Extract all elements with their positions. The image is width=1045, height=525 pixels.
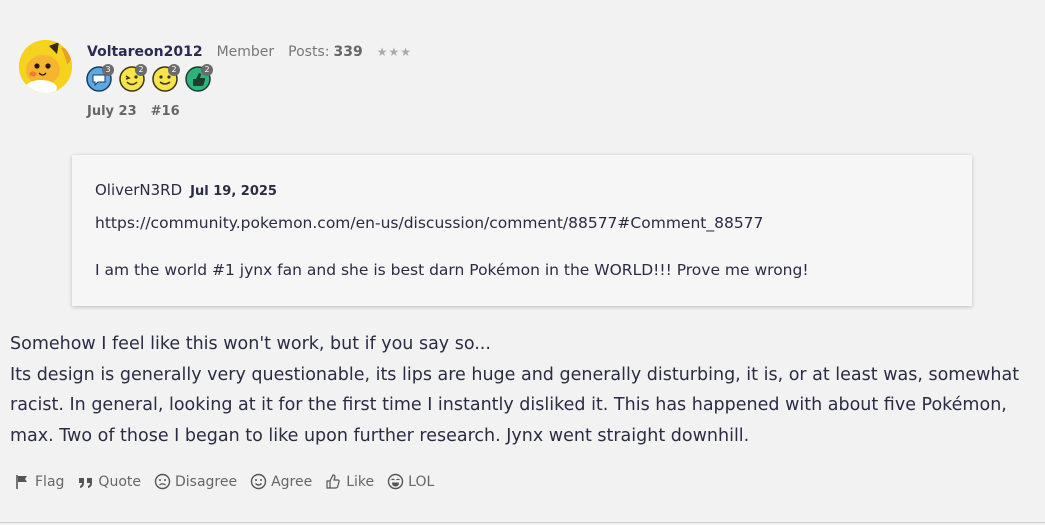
raichu-avatar-icon[interactable] — [19, 40, 72, 93]
flag-button[interactable]: Flag — [14, 473, 64, 490]
author-role: Member — [216, 44, 275, 60]
post-divider — [0, 522, 1045, 523]
quote-label: Quote — [98, 473, 141, 490]
flag-label: Flag — [35, 473, 65, 490]
quote-link[interactable]: https://community.pokemon.com/en-us/disc… — [95, 214, 763, 232]
disagree-label: Disagree — [174, 473, 238, 490]
agree-label: Agree — [271, 473, 313, 490]
badge-count: 2 — [135, 64, 147, 76]
body-line: Somehow I feel like this won't work, but… — [10, 334, 491, 354]
reaction-bar: Flag Quote Disagree Agree Like LOL — [14, 473, 434, 490]
author-username[interactable]: Voltareon2012 — [87, 44, 203, 60]
wink-face-badge-icon[interactable]: 2 — [119, 64, 147, 92]
speech-bubble-badge-icon[interactable]: 3 — [86, 64, 114, 92]
posts-label: Posts: — [288, 44, 330, 60]
quote-icon — [79, 478, 93, 488]
post-date[interactable]: July 23 — [87, 104, 137, 119]
badge-count: 2 — [168, 64, 180, 76]
thumbs-up-icon — [326, 474, 340, 489]
post-meta: July 23 #16 — [87, 104, 180, 119]
smile-icon — [250, 473, 267, 490]
body-paragraph: Its design is generally very questionabl… — [10, 364, 1020, 446]
thumbs-up-badge-icon[interactable]: 2 — [185, 64, 213, 92]
like-label: Like — [346, 473, 375, 490]
badge-count: 2 — [201, 64, 213, 76]
flag-icon — [16, 475, 27, 489]
quote-author[interactable]: OliverN3RD — [95, 181, 182, 199]
lol-button[interactable]: LOL — [387, 473, 434, 490]
rank-stars: ★★★ — [376, 45, 412, 59]
quote-button[interactable]: Quote — [77, 473, 141, 490]
frown-icon — [154, 473, 171, 490]
like-button[interactable]: Like — [325, 473, 374, 490]
quote-header: OliverN3RD Jul 19, 2025 — [95, 181, 277, 199]
post-body: Somehow I feel like this won't work, but… — [10, 329, 1040, 451]
smile-face-badge-icon[interactable]: 2 — [152, 64, 180, 92]
laugh-icon — [387, 473, 404, 490]
agree-button[interactable]: Agree — [250, 473, 312, 490]
post-number[interactable]: #16 — [151, 104, 180, 119]
comment-post: Voltareon2012 Member Posts: 339 ★★★ 3 2 — [0, 0, 1045, 525]
posts-count: 339 — [333, 44, 363, 60]
quote-date: Jul 19, 2025 — [190, 184, 277, 199]
quote-text: I am the world #1 jynx fan and she is be… — [95, 261, 809, 279]
quote-block: OliverN3RD Jul 19, 2025 https://communit… — [72, 155, 972, 306]
lol-label: LOL — [408, 473, 435, 490]
badge-list: 3 2 2 2 — [86, 64, 213, 92]
disagree-button[interactable]: Disagree — [154, 473, 237, 490]
author-meta: Voltareon2012 Member Posts: 339 ★★★ — [87, 44, 412, 60]
badge-count: 3 — [102, 64, 114, 76]
